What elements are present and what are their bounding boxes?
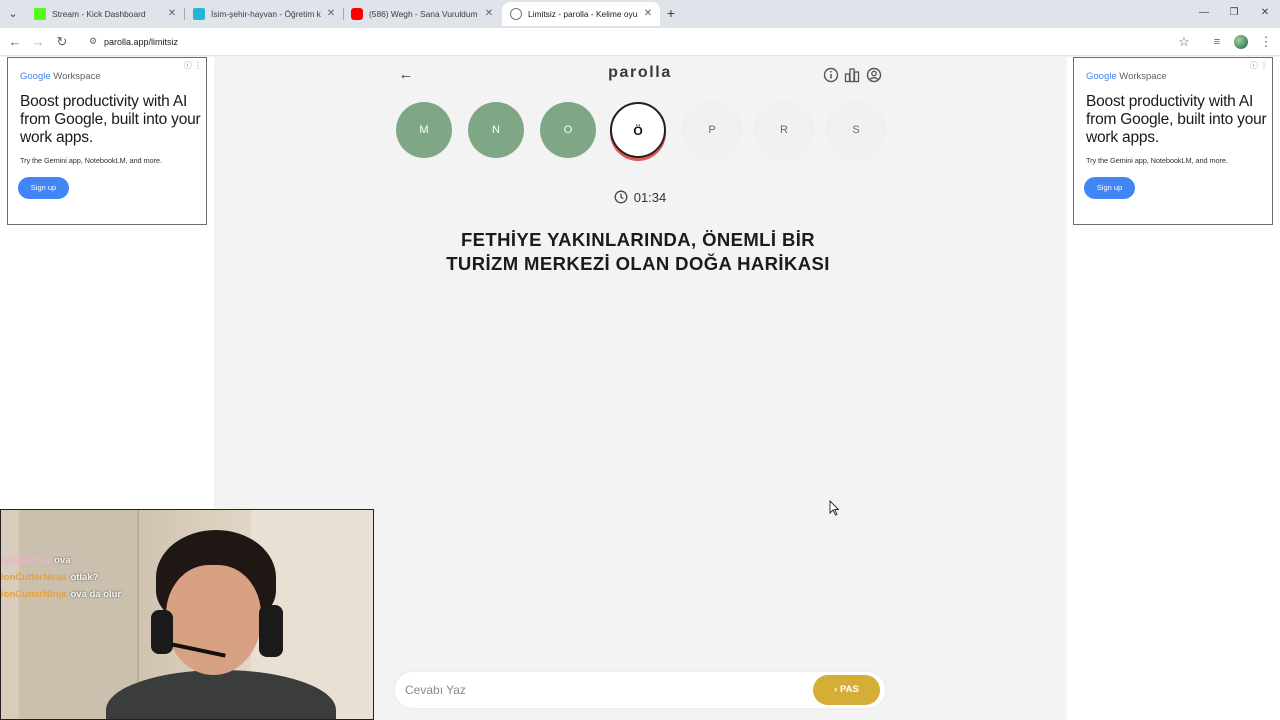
tab-title: (586) Wegh - Sana Vuruldum / — [369, 9, 479, 19]
ad-choices-icon[interactable]: ⓘ ⋮ — [1250, 60, 1268, 71]
countdown-timer: 01:34 — [540, 190, 740, 205]
browser-tab-kick[interactable]: Stream - Kick Dashboard ✕ — [26, 2, 184, 26]
stream-chat-overlay: apshkciKA ova ionCutterNinja otlak? ionCut… — [1, 552, 201, 603]
chat-message: otlak? — [70, 572, 99, 583]
ad-headline: Boost productivity with AI from Google, … — [1086, 93, 1267, 146]
webcam-background-door — [19, 510, 139, 719]
back-icon[interactable]: ← — [6, 33, 24, 51]
chat-username: apshkciKA — [1, 555, 51, 566]
ad-choices-icon[interactable]: ⓘ ⋮ — [184, 60, 202, 71]
info-icon[interactable] — [823, 67, 839, 83]
tab-search-chevron-icon[interactable]: ⌄ — [4, 5, 22, 23]
ad-signup-button[interactable]: Sign up — [18, 177, 69, 199]
forward-icon[interactable]: → — [29, 33, 47, 51]
right-ad-banner[interactable]: Google Workspace ⓘ ⋮ Boost productivity … — [1073, 57, 1273, 225]
answer-bar: › PAS — [395, 672, 885, 708]
letter-circle-m: M — [396, 102, 452, 158]
headphone-left — [151, 610, 173, 654]
chat-username: ionCutterNinja — [1, 572, 67, 583]
browser-toolbar: ← → ↻ ⚙ parolla.app/limitsiz ☆ ≡ ⋮ — [0, 28, 1280, 56]
pass-label: PAS — [839, 684, 859, 695]
profile-avatar-icon[interactable] — [1234, 35, 1248, 49]
tab-close-icon[interactable]: ✕ — [642, 2, 654, 26]
minimize-window-icon[interactable]: — — [1193, 4, 1215, 22]
parolla-favicon-icon — [510, 8, 522, 20]
webcam-overlay: apshkciKA ova ionCutterNinja otlak? ionCut… — [0, 509, 374, 720]
pass-button[interactable]: › PAS — [813, 675, 880, 705]
clock-icon — [614, 190, 628, 204]
back-arrow-icon[interactable]: ← — [397, 66, 415, 84]
close-window-icon[interactable]: ✕ — [1254, 4, 1276, 22]
url-text: parolla.app/limitsiz — [104, 37, 179, 47]
kick-favicon-icon — [34, 8, 46, 20]
tab-close-icon[interactable]: ✕ — [325, 2, 337, 26]
browser-tab-strip: ⌄ Stream - Kick Dashboard ✕ İsim-şehir-h… — [0, 0, 1280, 28]
ad-brand: Google Workspace — [20, 71, 101, 82]
chat-line: ionCutterNinja otlak? — [1, 569, 201, 586]
tab-title: Limitsiz - parolla - Kelime oyun — [528, 9, 638, 19]
chat-line: apshkciKA ova — [1, 552, 201, 569]
ad-brand: Google Workspace — [1086, 71, 1167, 82]
browser-tab-parolla[interactable]: Limitsiz - parolla - Kelime oyun ✕ — [502, 2, 660, 26]
letter-circle-o: O — [540, 102, 596, 158]
letter-circle-p: P — [684, 102, 740, 158]
tab-title: İsim-şehir-hayvan - Öğretim ka — [211, 9, 321, 19]
browser-tab-isim-sehir[interactable]: İsim-şehir-hayvan - Öğretim ka ✕ — [185, 2, 343, 26]
user-profile-icon[interactable] — [866, 67, 882, 83]
media-control-icon[interactable]: ≡ — [1208, 33, 1226, 51]
letter-circle-s: S — [828, 102, 884, 158]
youtube-favicon-icon — [351, 8, 363, 20]
reload-icon[interactable]: ↻ — [53, 33, 71, 51]
headphone-right — [259, 605, 283, 657]
bookmark-star-icon[interactable]: ☆ — [1175, 33, 1193, 51]
restore-window-icon[interactable]: ❐ — [1223, 4, 1245, 22]
chat-message: ova — [54, 555, 71, 566]
answer-input[interactable] — [405, 679, 800, 701]
ad-subtext: Try the Gemini app, NotebookLM, and more… — [1086, 156, 1228, 165]
address-bar[interactable]: ⚙ parolla.app/limitsiz — [82, 31, 1186, 53]
ad-signup-button[interactable]: Sign up — [1084, 177, 1135, 199]
tab-close-icon[interactable]: ✕ — [483, 2, 495, 26]
tab-title: Stream - Kick Dashboard — [52, 9, 146, 19]
ad-subtext: Try the Gemini app, NotebookLM, and more… — [20, 156, 162, 165]
left-ad-banner[interactable]: Google Workspace ⓘ ⋮ Boost productivity … — [7, 57, 207, 225]
chevron-right-icon: › — [834, 684, 838, 695]
site-favicon-icon — [193, 8, 205, 20]
letter-circle-n: N — [468, 102, 524, 158]
chat-username: ionCutterNinja — [1, 589, 67, 600]
browser-tab-youtube[interactable]: (586) Wegh - Sana Vuruldum / ✕ — [343, 2, 501, 26]
tab-close-icon[interactable]: ✕ — [166, 2, 178, 26]
timer-value: 01:34 — [633, 190, 667, 205]
site-info-icon[interactable]: ⚙ — [86, 34, 100, 48]
letter-circle-r: R — [756, 102, 812, 158]
stats-chart-icon[interactable] — [844, 67, 860, 83]
letter-progress-row: M N O Ö P R S — [396, 102, 886, 162]
mouse-cursor-icon — [829, 500, 839, 516]
chat-line: ionCutterNinja ova da olur — [1, 586, 201, 603]
new-tab-plus-icon[interactable]: + — [662, 4, 680, 22]
question-text: FETHİYE YAKINLARINDA, ÖNEMLİ BİR TURİZM … — [446, 229, 830, 274]
ad-headline: Boost productivity with AI from Google, … — [20, 93, 201, 146]
browser-menu-icon[interactable]: ⋮ — [1257, 33, 1275, 51]
letter-circle-current: Ö — [610, 102, 666, 158]
parolla-logo: parolla — [608, 64, 672, 81]
chat-message: ova da olur — [70, 589, 122, 600]
